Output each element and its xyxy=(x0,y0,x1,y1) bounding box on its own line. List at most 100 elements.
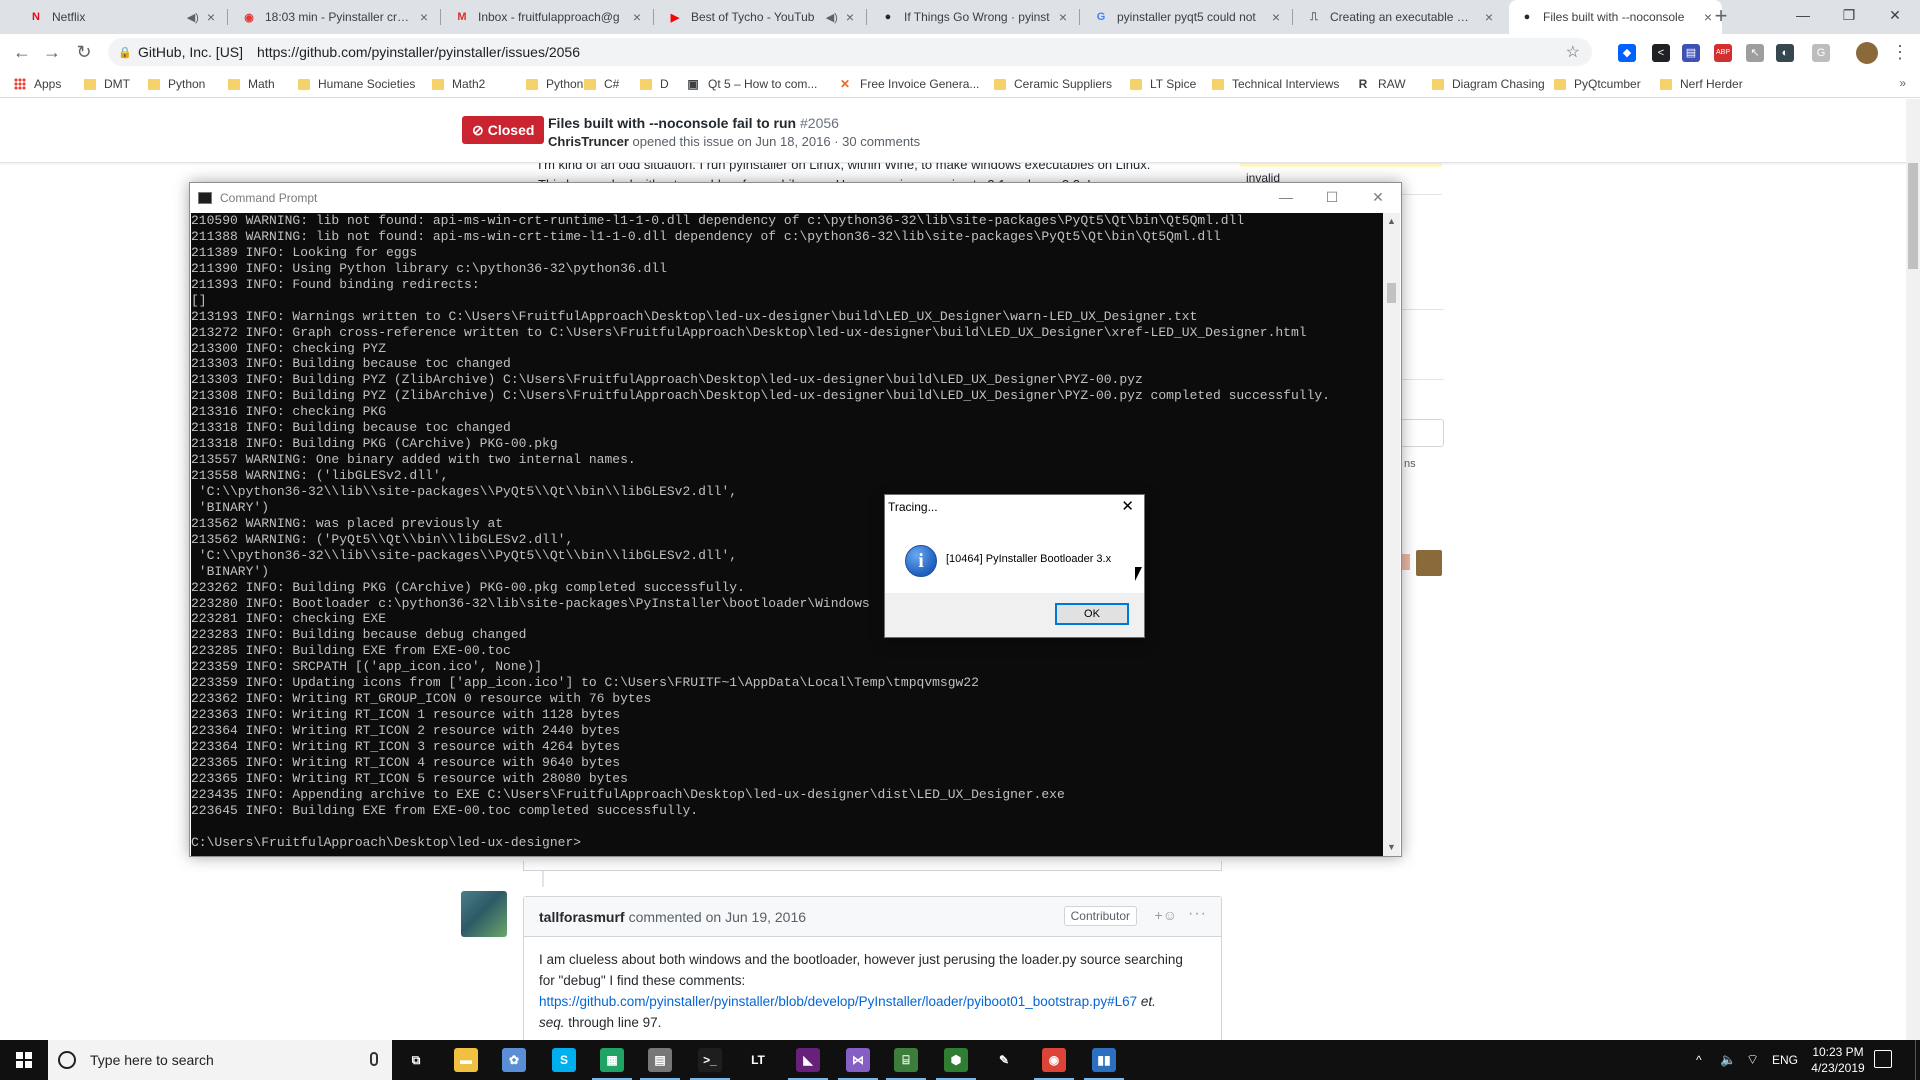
bookmark-item[interactable]: Diagram Chasing xyxy=(1432,70,1545,98)
cmd-title-bar[interactable]: Command Prompt — ☐ ✕ xyxy=(190,183,1401,213)
show-desktop-button[interactable] xyxy=(1915,1040,1920,1080)
bookmark-item[interactable]: Humane Societies xyxy=(298,70,415,98)
pen-icon[interactable]: ✎ xyxy=(992,1048,1016,1072)
dialog-title-bar[interactable]: Tracing... ✕ xyxy=(885,495,1144,517)
browser-tab[interactable]: ⎍ Creating an executable with × xyxy=(1296,0,1503,34)
browser-tab[interactable]: ▶ Best of Tycho - YouTub ◀) × xyxy=(657,0,864,34)
tab-close-icon[interactable]: × xyxy=(1059,9,1067,25)
scroll-down-arrow-icon[interactable]: ▼ xyxy=(1383,839,1400,856)
tab-close-icon[interactable]: × xyxy=(1485,9,1493,25)
dark-circle-icon[interactable]: ◐ xyxy=(1776,44,1794,62)
bookmark-item[interactable]: D xyxy=(640,70,669,98)
browser-tab[interactable]: N Netflix ◀) × xyxy=(18,0,225,34)
window-restore-button[interactable]: ❐ xyxy=(1826,0,1872,34)
cmd-minimize-button[interactable]: — xyxy=(1263,183,1309,213)
reload-button[interactable]: ↻ xyxy=(72,40,96,64)
back-chevron-icon[interactable]: < xyxy=(1652,44,1670,62)
command-prompt-icon[interactable]: >_ xyxy=(698,1048,722,1072)
lt-spice-icon[interactable]: LT xyxy=(746,1048,770,1072)
forward-button[interactable]: → xyxy=(40,40,64,64)
comment-timestamp[interactable]: commented on Jun 19, 2016 xyxy=(629,909,806,925)
dropbox-icon[interactable]: ◆ xyxy=(1618,44,1636,62)
tab-close-icon[interactable]: × xyxy=(633,9,641,25)
new-tab-button[interactable]: + xyxy=(1708,4,1734,30)
browser-tab[interactable]: ● Files built with --noconsole × xyxy=(1509,0,1722,34)
bookmark-item[interactable]: R RAW xyxy=(1356,70,1406,98)
browser-tab[interactable]: M Inbox - fruitfulapproach@g × xyxy=(444,0,651,34)
back-button[interactable]: ← xyxy=(10,40,34,64)
profile-avatar[interactable] xyxy=(1856,42,1878,64)
browser-menu-button[interactable]: ⋮ xyxy=(1888,40,1912,64)
pyinstaller-app-icon[interactable]: ▮▮ xyxy=(1092,1048,1116,1072)
bookmark-item[interactable]: Apps xyxy=(14,70,61,98)
address-bar[interactable]: 🔒 GitHub, Inc. [US] https://github.com/p… xyxy=(108,38,1592,66)
volume-icon[interactable]: 🔈 xyxy=(1720,1040,1736,1080)
cmd-scrollbar-thumb[interactable] xyxy=(1387,283,1396,303)
microphone-icon[interactable] xyxy=(370,1052,378,1066)
issue-author-link[interactable]: ChrisTruncer xyxy=(548,134,629,149)
bookmark-item[interactable]: Technical Interviews xyxy=(1212,70,1339,98)
skype-icon[interactable]: S xyxy=(552,1048,576,1072)
cmd-maximize-button[interactable]: ☐ xyxy=(1309,183,1355,213)
calculator-icon[interactable]: ▤ xyxy=(648,1048,672,1072)
bookmark-star-icon[interactable]: ☆ xyxy=(1566,42,1580,62)
page-scrollbar[interactable] xyxy=(1906,99,1920,1040)
action-center-icon[interactable] xyxy=(1874,1050,1892,1068)
adblock-icon[interactable]: ABP xyxy=(1714,44,1732,62)
window-close-button[interactable]: ✕ xyxy=(1872,0,1918,34)
bookmark-item[interactable]: C# xyxy=(584,70,619,98)
comment-author-link[interactable]: tallforasmurf xyxy=(539,909,625,925)
sidebar-button[interactable] xyxy=(1400,419,1444,447)
comment-options-icon[interactable]: ··· xyxy=(1188,905,1207,923)
taskbar-search-box[interactable]: Type here to search xyxy=(48,1040,392,1080)
tab-close-icon[interactable]: × xyxy=(420,9,428,25)
window-minimize-button[interactable]: — xyxy=(1780,0,1826,34)
tab-close-icon[interactable]: × xyxy=(207,9,215,25)
dialog-close-button[interactable]: ✕ xyxy=(1121,497,1134,515)
bookmark-item[interactable]: Python xyxy=(148,70,205,98)
tray-overflow-chevron[interactable]: ^ xyxy=(1696,1040,1702,1080)
source-link[interactable]: https://github.com/pyinstaller/pyinstall… xyxy=(539,994,1137,1009)
comment-author-avatar[interactable] xyxy=(461,891,507,937)
spreadsheet-app-icon[interactable]: ▦ xyxy=(600,1048,624,1072)
add-reaction-icon[interactable]: +☺ xyxy=(1155,907,1177,923)
tab-audio-icon[interactable]: ◀) xyxy=(826,11,838,24)
scroll-up-arrow-icon[interactable]: ▲ xyxy=(1383,213,1400,230)
bookmark-item[interactable]: Math xyxy=(228,70,275,98)
url-text[interactable]: https://github.com/pyinstaller/pyinstall… xyxy=(257,44,580,60)
bookmark-item[interactable]: Nerf Herder xyxy=(1660,70,1743,98)
visual-studio-purple-icon[interactable]: ◣ xyxy=(796,1048,820,1072)
extension-book-icon[interactable]: ▤ xyxy=(1682,44,1700,62)
bookmark-item[interactable]: Python xyxy=(526,70,583,98)
participant-avatar[interactable] xyxy=(1416,550,1442,576)
bookmark-item[interactable]: ▣ Qt 5 – How to com... xyxy=(686,70,817,98)
network-icon[interactable]: ⌔ xyxy=(1746,1040,1759,1080)
file-explorer-icon[interactable]: ▬ xyxy=(454,1048,478,1072)
browser-tab[interactable]: Gpyinstaller pyqt5 could not × xyxy=(1083,0,1290,34)
bookmark-item[interactable]: Math2 xyxy=(432,70,485,98)
bookmark-item[interactable]: LT Spice xyxy=(1130,70,1196,98)
ok-button[interactable]: OK xyxy=(1055,603,1129,625)
console-output[interactable]: 210590 WARNING: lib not found: api-ms-wi… xyxy=(191,213,1384,856)
cmd-scrollbar[interactable]: ▲ ▼ xyxy=(1383,213,1400,856)
bookmark-item[interactable]: Ceramic Suppliers xyxy=(994,70,1112,98)
cmd-close-button[interactable]: ✕ xyxy=(1355,183,1401,213)
page-scrollbar-thumb[interactable] xyxy=(1908,163,1918,269)
browser-tab[interactable]: ● If Things Go Wrong · pyinst × xyxy=(870,0,1077,34)
bookmark-item[interactable]: DMT xyxy=(84,70,130,98)
browser-tab[interactable]: ◉ 18:03 min - Pyinstaller creat × xyxy=(231,0,438,34)
bookmarks-overflow-button[interactable]: » xyxy=(1899,76,1906,90)
task-view-icon[interactable]: ⧉ xyxy=(404,1048,428,1072)
shield-app-icon[interactable]: ⬢ xyxy=(944,1048,968,1072)
input-language[interactable]: ENG xyxy=(1772,1040,1798,1080)
circuit-app-icon[interactable]: ⌸ xyxy=(894,1048,918,1072)
taskbar-clock[interactable]: 10:23 PM 4/23/2019 xyxy=(1800,1044,1876,1076)
chrome-icon[interactable]: ◉ xyxy=(1042,1048,1066,1072)
visual-studio-icon[interactable]: ⋈ xyxy=(846,1048,870,1072)
tab-close-icon[interactable]: × xyxy=(1272,9,1280,25)
tab-close-icon[interactable]: × xyxy=(846,9,854,25)
participant-avatars[interactable] xyxy=(1400,548,1444,576)
start-button[interactable] xyxy=(0,1040,48,1080)
app-gear-icon[interactable]: ✿ xyxy=(502,1048,526,1072)
tab-audio-icon[interactable]: ◀) xyxy=(187,11,199,24)
